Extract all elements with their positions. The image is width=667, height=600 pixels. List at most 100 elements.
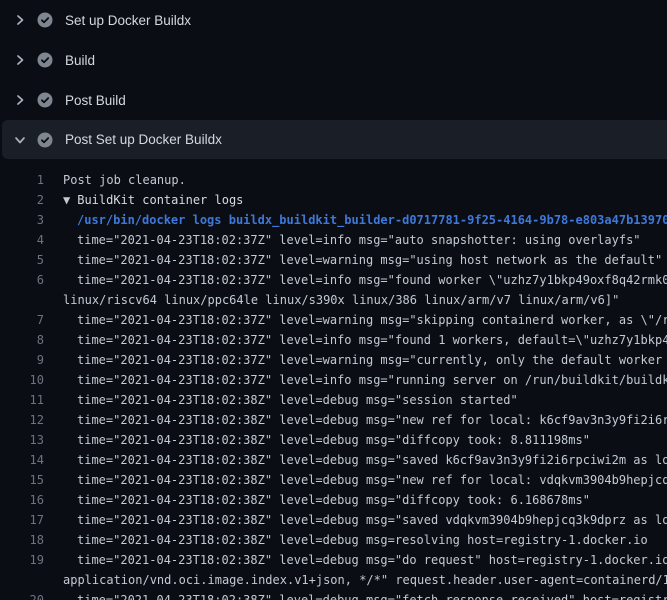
line-number[interactable]: 19 (0, 550, 45, 570)
log-line-body: /usr/bin/docker logs buildx_buildkit_bui… (63, 210, 667, 230)
log-line: 15 time="2021-04-23T18:02:38Z" level=debu… (0, 470, 667, 490)
line-number[interactable]: 7 (0, 310, 45, 330)
log-line-body: time="2021-04-23T18:02:37Z" level=info m… (63, 270, 667, 310)
log-line: 20 time="2021-04-23T18:02:38Z" level=debu… (0, 590, 667, 600)
line-number[interactable]: 20 (0, 590, 45, 600)
line-number[interactable]: 3 (0, 210, 45, 230)
actions-log-viewer: Set up Docker Buildx Build Post Build Post … (0, 0, 667, 600)
line-number[interactable]: 16 (0, 490, 45, 510)
step-label: Post Set up Docker Buildx (65, 132, 222, 147)
line-number[interactable]: 4 (0, 230, 45, 250)
step-row-post-set-up-docker-buildx[interactable]: Post Set up Docker Buildx (2, 120, 667, 159)
log-line: 4 time="2021-04-23T18:02:37Z" level=info … (0, 230, 667, 250)
log-line-body: time="2021-04-23T18:02:38Z" level=debug … (63, 390, 667, 410)
line-number[interactable]: 11 (0, 390, 45, 410)
step-list: Set up Docker Buildx Build Post Build Post … (0, 0, 667, 159)
log-text-wrap: application/vnd.oci.image.index.v1+json,… (63, 570, 667, 590)
chevron-right-icon (12, 92, 28, 108)
log-line: 17 time="2021-04-23T18:02:38Z" level=debu… (0, 510, 667, 530)
log-line-body: time="2021-04-23T18:02:38Z" level=debug … (63, 510, 667, 530)
check-circle-icon (37, 132, 53, 148)
log-line-body: time="2021-04-23T18:02:38Z" level=debug … (63, 530, 667, 550)
step-label: Set up Docker Buildx (65, 13, 191, 28)
log-panel[interactable]: 1 Post job cleanup. 2 ▼ BuildKit container l… (0, 158, 667, 600)
line-number[interactable]: 9 (0, 350, 45, 370)
log-line: 1 Post job cleanup. (0, 170, 667, 190)
line-number[interactable]: 13 (0, 430, 45, 450)
log-text: time="2021-04-23T18:02:37Z" level=info m… (63, 330, 667, 350)
log-text: time="2021-04-23T18:02:38Z" level=debug … (63, 550, 667, 570)
line-number[interactable]: 1 (0, 170, 45, 190)
log-text: time="2021-04-23T18:02:37Z" level=warnin… (63, 310, 667, 330)
log-line-body: time="2021-04-23T18:02:38Z" level=debug … (63, 590, 667, 600)
step-row-build[interactable]: Build (0, 40, 667, 80)
line-number[interactable]: 8 (0, 330, 45, 350)
log-line-body: time="2021-04-23T18:02:38Z" level=debug … (63, 430, 667, 450)
log-text: Post job cleanup. (63, 170, 667, 190)
line-number[interactable]: 18 (0, 530, 45, 550)
line-number[interactable]: 12 (0, 410, 45, 430)
log-text: time="2021-04-23T18:02:38Z" level=debug … (63, 390, 667, 410)
log-line: 6 time="2021-04-23T18:02:37Z" level=info … (0, 270, 667, 310)
log-text: time="2021-04-23T18:02:38Z" level=debug … (63, 510, 667, 530)
line-number[interactable]: 10 (0, 370, 45, 390)
log-text: time="2021-04-23T18:02:38Z" level=debug … (63, 530, 667, 550)
line-number[interactable]: 17 (0, 510, 45, 530)
log-line: 2 ▼ BuildKit container logs (0, 190, 667, 210)
log-line-body: time="2021-04-23T18:02:38Z" level=debug … (63, 550, 667, 590)
log-line-body: time="2021-04-23T18:02:38Z" level=debug … (63, 470, 667, 490)
line-number[interactable]: 15 (0, 470, 45, 490)
log-line: 13 time="2021-04-23T18:02:38Z" level=debu… (0, 430, 667, 450)
log-text: time="2021-04-23T18:02:37Z" level=info m… (63, 230, 667, 250)
step-row-post-build[interactable]: Post Build (0, 80, 667, 120)
chevron-right-icon (12, 52, 28, 68)
log-group-title: BuildKit container logs (77, 193, 243, 207)
log-line-body: time="2021-04-23T18:02:38Z" level=debug … (63, 490, 667, 510)
line-number[interactable]: 14 (0, 450, 45, 470)
log-line-body: time="2021-04-23T18:02:37Z" level=info m… (63, 330, 667, 350)
log-text: time="2021-04-23T18:02:37Z" level=warnin… (63, 250, 667, 270)
log-line: 7 time="2021-04-23T18:02:37Z" level=warni… (0, 310, 667, 330)
log-command: /usr/bin/docker logs buildx_buildkit_bui… (63, 210, 667, 230)
log-line-body: Post job cleanup. (63, 170, 667, 190)
log-line-body: time="2021-04-23T18:02:37Z" level=warnin… (63, 310, 667, 330)
step-label: Post Build (65, 93, 126, 108)
chevron-down-icon (12, 132, 28, 148)
check-circle-icon (37, 12, 53, 28)
log-text: time="2021-04-23T18:02:38Z" level=debug … (63, 470, 667, 490)
triangle-down-icon: ▼ (63, 193, 70, 207)
log-group-toggle[interactable]: ▼ BuildKit container logs (63, 190, 667, 210)
log-text: time="2021-04-23T18:02:38Z" level=debug … (63, 450, 667, 470)
log-line: 8 time="2021-04-23T18:02:37Z" level=info … (0, 330, 667, 350)
log-line: 12 time="2021-04-23T18:02:38Z" level=debu… (0, 410, 667, 430)
step-row-set-up-docker-buildx[interactable]: Set up Docker Buildx (0, 0, 667, 40)
log-text: time="2021-04-23T18:02:38Z" level=debug … (63, 490, 667, 510)
log-text: time="2021-04-23T18:02:37Z" level=info m… (63, 270, 667, 290)
line-number[interactable]: 2 (0, 190, 45, 210)
log-line: 11 time="2021-04-23T18:02:38Z" level=debu… (0, 390, 667, 410)
log-text: time="2021-04-23T18:02:38Z" level=debug … (63, 410, 667, 430)
log-line-body: time="2021-04-23T18:02:38Z" level=debug … (63, 410, 667, 430)
log-line-body: time="2021-04-23T18:02:37Z" level=info m… (63, 230, 667, 250)
log-text: time="2021-04-23T18:02:37Z" level=info m… (63, 370, 667, 390)
log-line-body: time="2021-04-23T18:02:37Z" level=info m… (63, 370, 667, 390)
log-text: time="2021-04-23T18:02:38Z" level=debug … (63, 590, 667, 600)
log-text: time="2021-04-23T18:02:38Z" level=debug … (63, 430, 667, 450)
chevron-right-icon (12, 12, 28, 28)
log-line-body: time="2021-04-23T18:02:37Z" level=warnin… (63, 250, 667, 270)
log-line-body: ▼ BuildKit container logs (63, 190, 667, 210)
line-number[interactable]: 6 (0, 270, 45, 290)
log-line: 3/usr/bin/docker logs buildx_buildkit_bu… (0, 210, 667, 230)
step-label: Build (65, 53, 95, 68)
log-text: time="2021-04-23T18:02:37Z" level=warnin… (63, 350, 667, 370)
log-line: 5 time="2021-04-23T18:02:37Z" level=warni… (0, 250, 667, 270)
log-line: 19 time="2021-04-23T18:02:38Z" level=debu… (0, 550, 667, 590)
log-line: 16 time="2021-04-23T18:02:38Z" level=debu… (0, 490, 667, 510)
line-number[interactable]: 5 (0, 250, 45, 270)
log-line: 10 time="2021-04-23T18:02:37Z" level=info… (0, 370, 667, 390)
log-text-wrap: linux/riscv64 linux/ppc64le linux/s390x … (63, 290, 667, 310)
log-line-body: time="2021-04-23T18:02:38Z" level=debug … (63, 450, 667, 470)
log-line: 9 time="2021-04-23T18:02:37Z" level=warni… (0, 350, 667, 370)
log-line: 14 time="2021-04-23T18:02:38Z" level=debu… (0, 450, 667, 470)
check-circle-icon (37, 92, 53, 108)
